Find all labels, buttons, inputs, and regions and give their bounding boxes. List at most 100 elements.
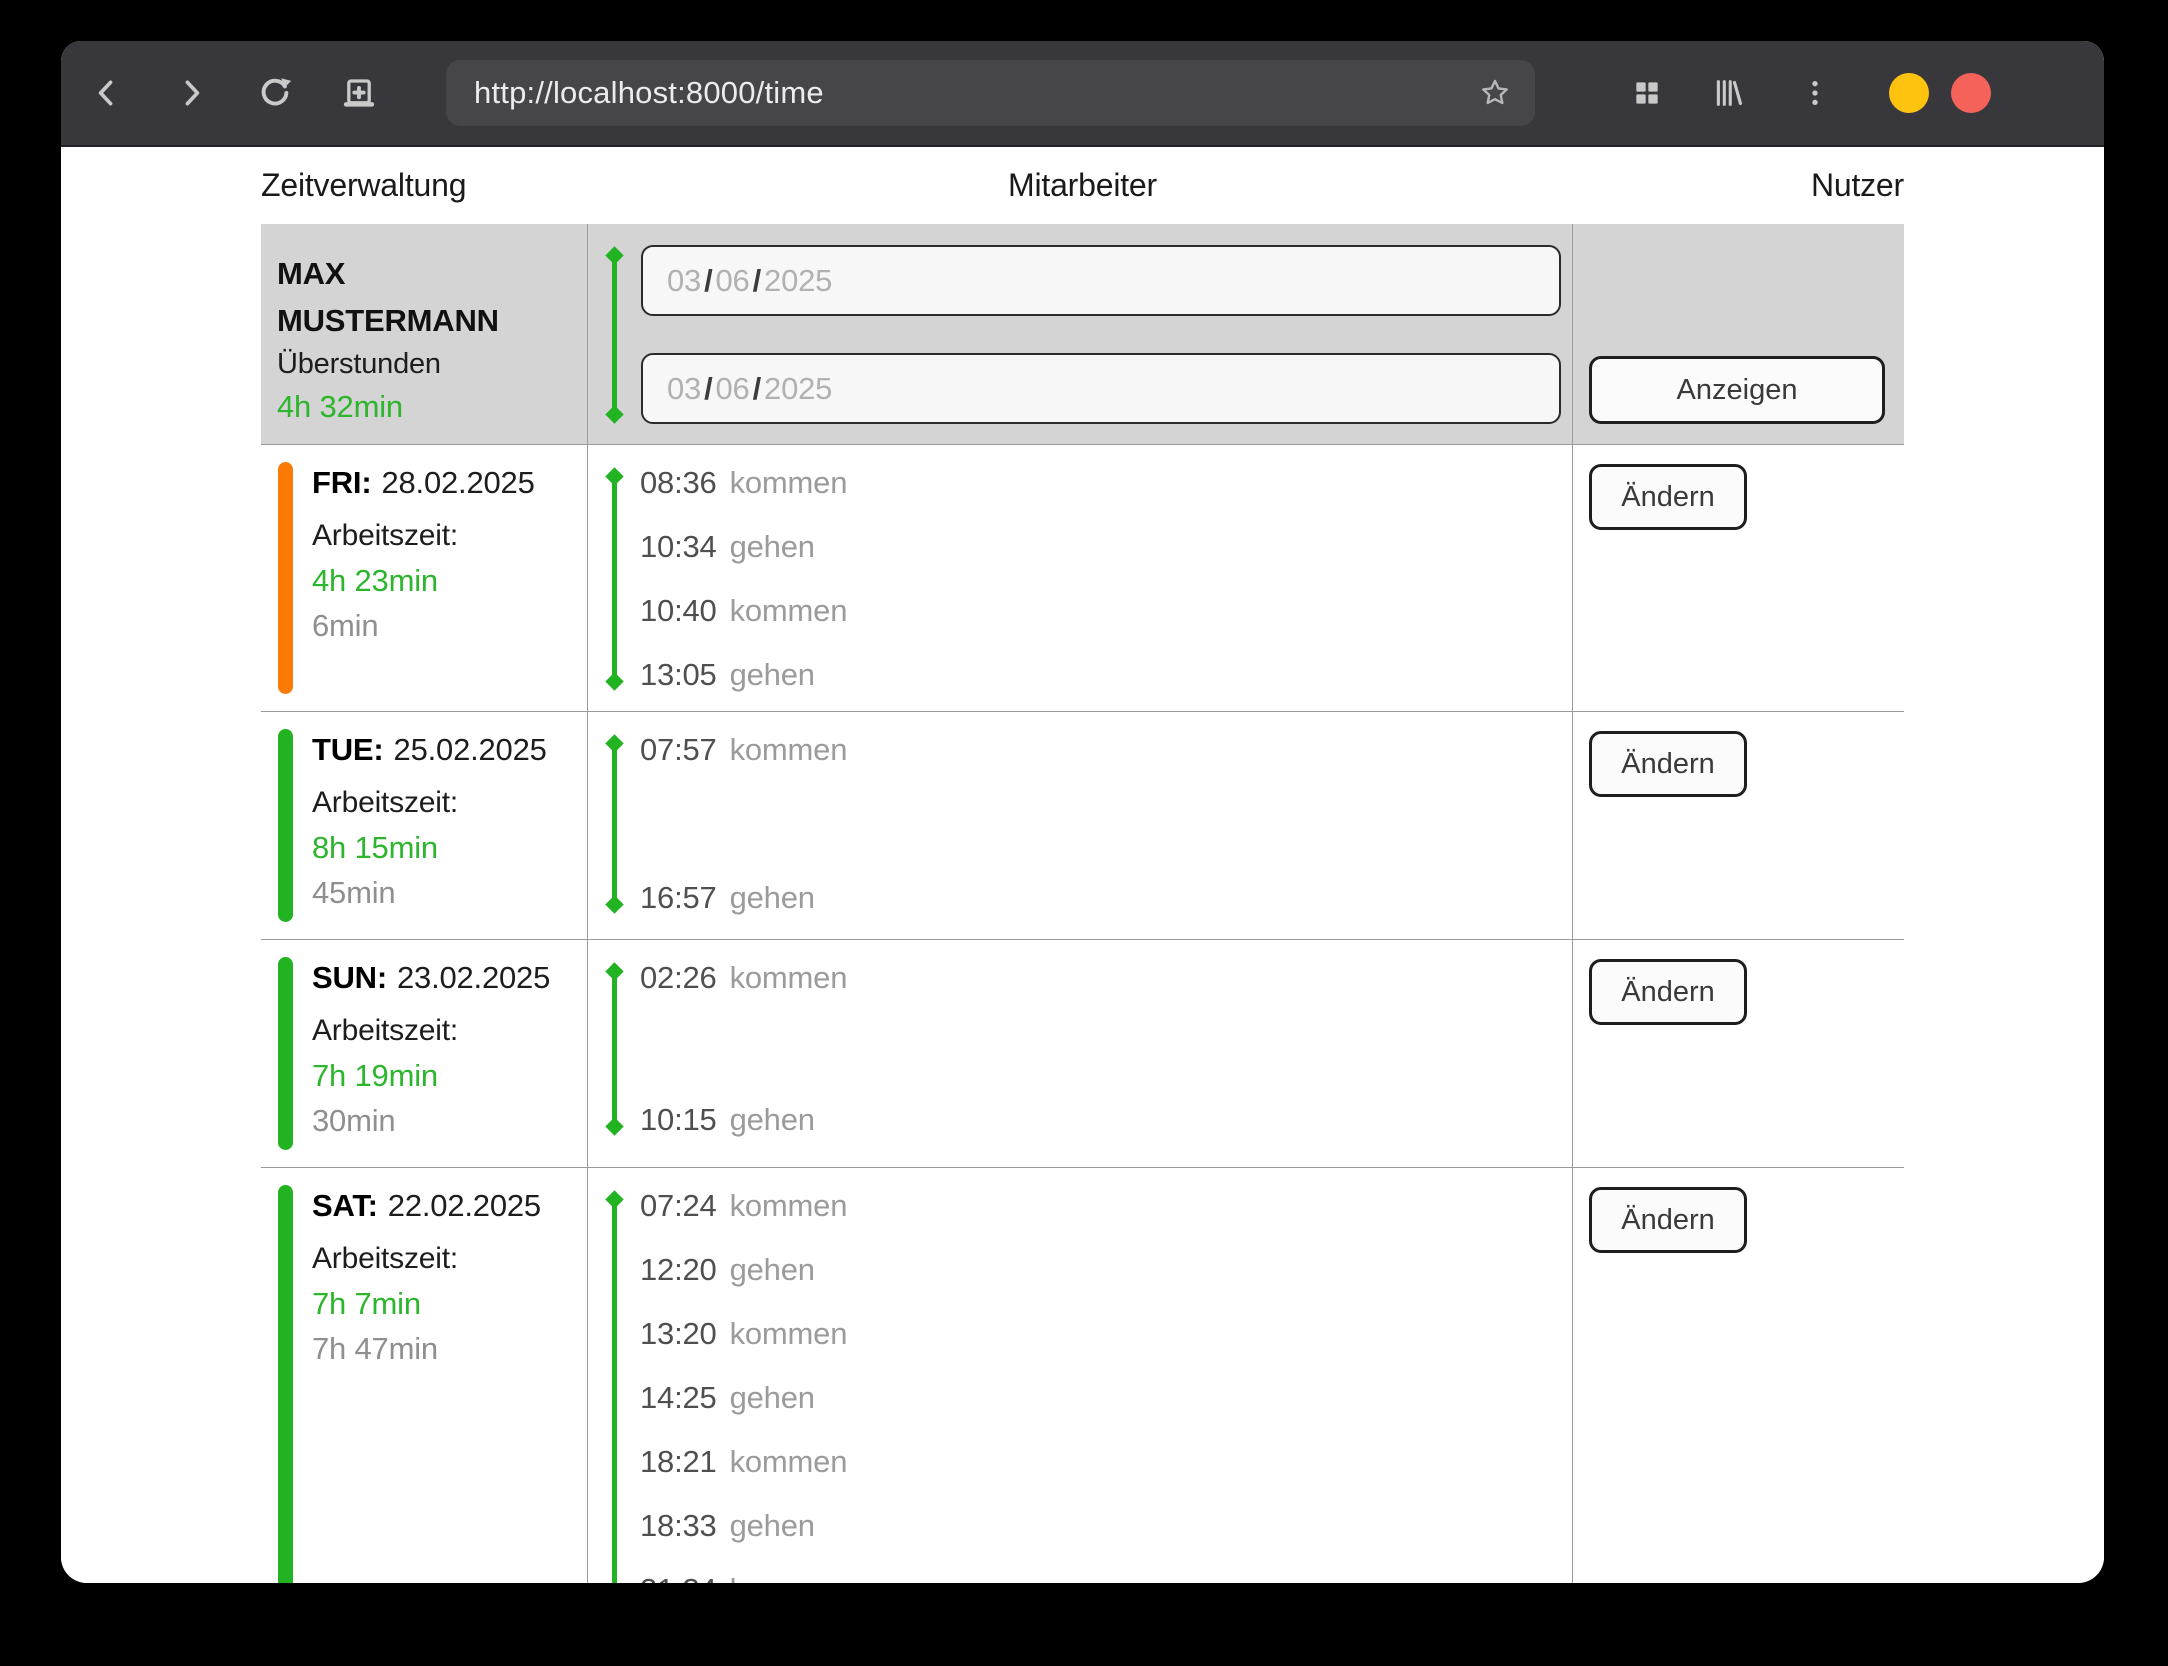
- time-value: 13:20: [640, 1316, 717, 1352]
- day-date-line: SUN: 23.02.2025: [312, 956, 581, 1000]
- day-row: FRI:28.02.2025 Arbeitszeit: 4h 23min 6mi…: [261, 445, 1904, 712]
- time-entry: 18:21kommen: [640, 1430, 1572, 1494]
- status-bar: [278, 1185, 293, 1583]
- nav-item-nutzer[interactable]: Nutzer: [1811, 167, 1904, 204]
- date-to-month: 03: [667, 371, 701, 407]
- time-value: 07:24: [640, 1188, 717, 1224]
- date-from-day: 06: [716, 263, 750, 299]
- date-to-day: 06: [716, 371, 750, 407]
- time-type: gehen: [730, 1252, 815, 1288]
- apps-grid-button[interactable]: [1617, 63, 1677, 123]
- back-button[interactable]: [77, 63, 137, 123]
- overtime-value: 4h 32min: [277, 384, 579, 429]
- worktime-label: Arbeitszeit:: [312, 513, 581, 558]
- reload-button[interactable]: [245, 63, 305, 123]
- time-type: gehen: [730, 657, 815, 693]
- day-row: TUE:25.02.2025 Arbeitszeit: 8h 15min 45m…: [261, 712, 1904, 940]
- row-action-cell: Ändern: [1573, 940, 1904, 1167]
- bookmark-button[interactable]: [1471, 69, 1519, 117]
- change-button[interactable]: Ändern: [1589, 1187, 1747, 1253]
- screenshot-stage: http://localhost:8000/time: [0, 0, 2168, 1666]
- worktime-label: Arbeitszeit:: [312, 780, 581, 825]
- timeline-indicator: [612, 743, 617, 905]
- reload-icon: [257, 75, 293, 111]
- time-value: 18:33: [640, 1508, 717, 1544]
- url-bar[interactable]: http://localhost:8000/time: [446, 60, 1535, 126]
- show-button[interactable]: Anzeigen: [1589, 356, 1885, 424]
- times-list: 02:26kommen10:15gehen: [588, 946, 1572, 1152]
- library-button[interactable]: [1698, 63, 1758, 123]
- summary-panel: MAX MUSTERMANN Überstunden 4h 32min 03/0…: [261, 224, 1904, 445]
- day-summary-cell: SUN:23.02.2025 Arbeitszeit: 7h 19min 30m…: [261, 940, 588, 1167]
- status-bar: [278, 729, 293, 922]
- time-value: 14:25: [640, 1380, 717, 1416]
- timeline-indicator: [612, 476, 617, 682]
- new-tab-button[interactable]: [329, 63, 389, 123]
- timeline-indicator: [612, 971, 617, 1127]
- worktime-value: 7h 19min: [312, 1053, 581, 1098]
- time-value: 02:26: [640, 960, 717, 996]
- date-range-cell: 03/06/2025 03/06/2025: [588, 224, 1573, 444]
- date-to-year: 2025: [764, 371, 832, 407]
- change-button[interactable]: Ändern: [1589, 464, 1747, 530]
- date-range-indicator: [612, 255, 617, 415]
- app-nav: Zeitverwaltung Mitarbeiter Nutzer: [61, 147, 2104, 224]
- time-entry: 18:33 gehen: [640, 1494, 1572, 1558]
- date-from-input[interactable]: 03/06/2025: [641, 245, 1561, 316]
- day-date-line: TUE:25.02.2025: [312, 728, 581, 772]
- window-close-button[interactable]: [1951, 73, 1991, 113]
- time-type: kommen: [730, 593, 848, 629]
- overtime-label: Überstunden: [277, 344, 579, 384]
- menu-button[interactable]: [1785, 63, 1845, 123]
- window-minimize-button[interactable]: [1889, 73, 1929, 113]
- time-entry: 10:15gehen: [640, 1088, 1572, 1152]
- day-label: SUN:: [312, 960, 387, 995]
- time-type: gehen: [730, 1380, 815, 1416]
- date-from-month: 03: [667, 263, 701, 299]
- time-table: MAX MUSTERMANN Überstunden 4h 32min 03/0…: [261, 224, 1904, 1583]
- browser-window: http://localhost:8000/time: [61, 41, 2104, 1583]
- date-to-input[interactable]: 03/06/2025: [641, 353, 1561, 424]
- employee-name-line2: MUSTERMANN: [277, 297, 579, 344]
- change-button[interactable]: Ändern: [1589, 959, 1747, 1025]
- date-value: 23.02.2025: [397, 960, 550, 995]
- time-entry: 08:36kommen: [640, 451, 1572, 515]
- browser-toolbar: http://localhost:8000/time: [61, 41, 2104, 147]
- date-value: 22.02.2025: [388, 1188, 541, 1223]
- change-button[interactable]: Ändern: [1589, 731, 1747, 797]
- nav-item-mitarbeiter[interactable]: Mitarbeiter: [1008, 167, 1157, 204]
- employee-name-line1: MAX: [277, 250, 579, 297]
- time-entry: 10:34 gehen: [640, 515, 1572, 579]
- time-type: gehen: [730, 1102, 815, 1138]
- url-text: http://localhost:8000/time: [474, 75, 1471, 111]
- menu-kebab-icon: [1799, 77, 1831, 109]
- date-value: 25.02.2025: [394, 732, 547, 767]
- time-entry: 12:20gehen: [640, 1238, 1572, 1302]
- forward-button[interactable]: [161, 63, 221, 123]
- time-type: kommen: [730, 1188, 848, 1224]
- time-type: kommen: [730, 732, 848, 768]
- time-type: kommen: [730, 1316, 848, 1352]
- nav-item-zeitverwaltung[interactable]: Zeitverwaltung: [261, 167, 1008, 204]
- time-type: kommen: [730, 465, 848, 501]
- time-value: 10:34: [640, 529, 717, 565]
- time-type: gehen: [730, 529, 815, 565]
- day-rows-container: FRI:28.02.2025 Arbeitszeit: 4h 23min 6mi…: [261, 445, 1904, 1583]
- time-type: gehen: [730, 1508, 815, 1544]
- time-type: gehen: [730, 880, 815, 916]
- break-time-value: 6min: [312, 603, 581, 648]
- time-value: 18:21: [640, 1444, 717, 1480]
- back-icon: [90, 76, 124, 110]
- time-value: 16:57: [640, 880, 717, 916]
- time-entry: 14:25 gehen: [640, 1366, 1572, 1430]
- worktime-value: 8h 15min: [312, 825, 581, 870]
- times-list: 07:57 kommen 16:57 gehen: [588, 718, 1572, 930]
- employee-summary: MAX MUSTERMANN Überstunden 4h 32min: [261, 224, 588, 444]
- day-date-line: FRI:28.02.2025: [312, 461, 581, 505]
- time-entry: 16:57 gehen: [640, 866, 1572, 930]
- status-bar: [278, 462, 293, 694]
- day-summary-cell: SAT:22.02.2025 Arbeitszeit: 7h 7min 7h 4…: [261, 1168, 588, 1583]
- time-value: 13:05: [640, 657, 717, 693]
- time-value: 07:57: [640, 732, 717, 768]
- time-value: 10:40: [640, 593, 717, 629]
